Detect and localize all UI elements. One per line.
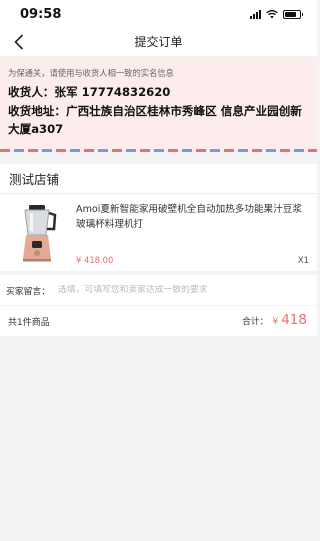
shop-name: 测试店铺: [0, 164, 317, 194]
envelope-stripe: [0, 149, 317, 152]
buyer-message-row: 买家留言：: [0, 275, 317, 305]
status-time: 09:58: [20, 7, 62, 22]
total-amount: 418: [281, 312, 307, 328]
signal-icon: [250, 9, 261, 19]
blender-icon: [23, 205, 57, 262]
wifi-icon: [266, 10, 278, 19]
address-label: 收货地址：: [8, 104, 66, 118]
item-count: 共1件商品: [8, 317, 50, 328]
receiver-line: 收货人：张军 17774832620: [8, 84, 309, 101]
receiver-label: 收货人：: [8, 85, 55, 99]
product-image: [8, 202, 68, 264]
product-item[interactable]: Amoi夏新智能家用破壁机全自动加热多功能果汁豆浆玻璃杯料理机打 ¥ 418.0…: [0, 194, 317, 271]
receiver-name: 张军: [54, 85, 78, 99]
page-title: 提交订单: [134, 35, 183, 49]
product-price: ¥ 418.00: [76, 255, 114, 265]
order-summary: 共1件商品 合计： ¥ 418: [0, 306, 317, 336]
total-block: 合计： ¥ 418: [242, 312, 307, 328]
receiver-phone: 17774832620: [81, 85, 171, 99]
total-currency: ¥: [272, 317, 279, 327]
shop-card: 测试店铺 Amoi夏新智能家用破壁机全自动加热多功能果汁豆浆玻璃杯料理机打 ¥ …: [0, 164, 317, 271]
nav-bar: 提交订单: [0, 28, 317, 56]
real-name-notice: 为保通关，请使用与收货人相一致的实名信息: [8, 68, 174, 78]
address-card[interactable]: 为保通关，请使用与收货人相一致的实名信息 收货人：张军 17774832620 …: [0, 58, 317, 152]
status-icons: [250, 9, 303, 19]
status-bar: 09:58: [0, 0, 317, 28]
product-quantity: X1: [297, 255, 309, 265]
total-label: 合计：: [242, 317, 269, 327]
buyer-message-label: 买家留言：: [6, 286, 50, 297]
product-title: Amoi夏新智能家用破壁机全自动加热多功能果汁豆浆玻璃杯料理机打: [76, 204, 302, 230]
product-info: Amoi夏新智能家用破壁机全自动加热多功能果汁豆浆玻璃杯料理机打 ¥ 418.0…: [68, 202, 309, 265]
battery-icon: [283, 9, 303, 19]
buyer-message-input[interactable]: [58, 285, 311, 295]
address-line: 收货地址：广西壮族自治区桂林市秀峰区 信息产业园创新大厦a307: [8, 102, 309, 138]
